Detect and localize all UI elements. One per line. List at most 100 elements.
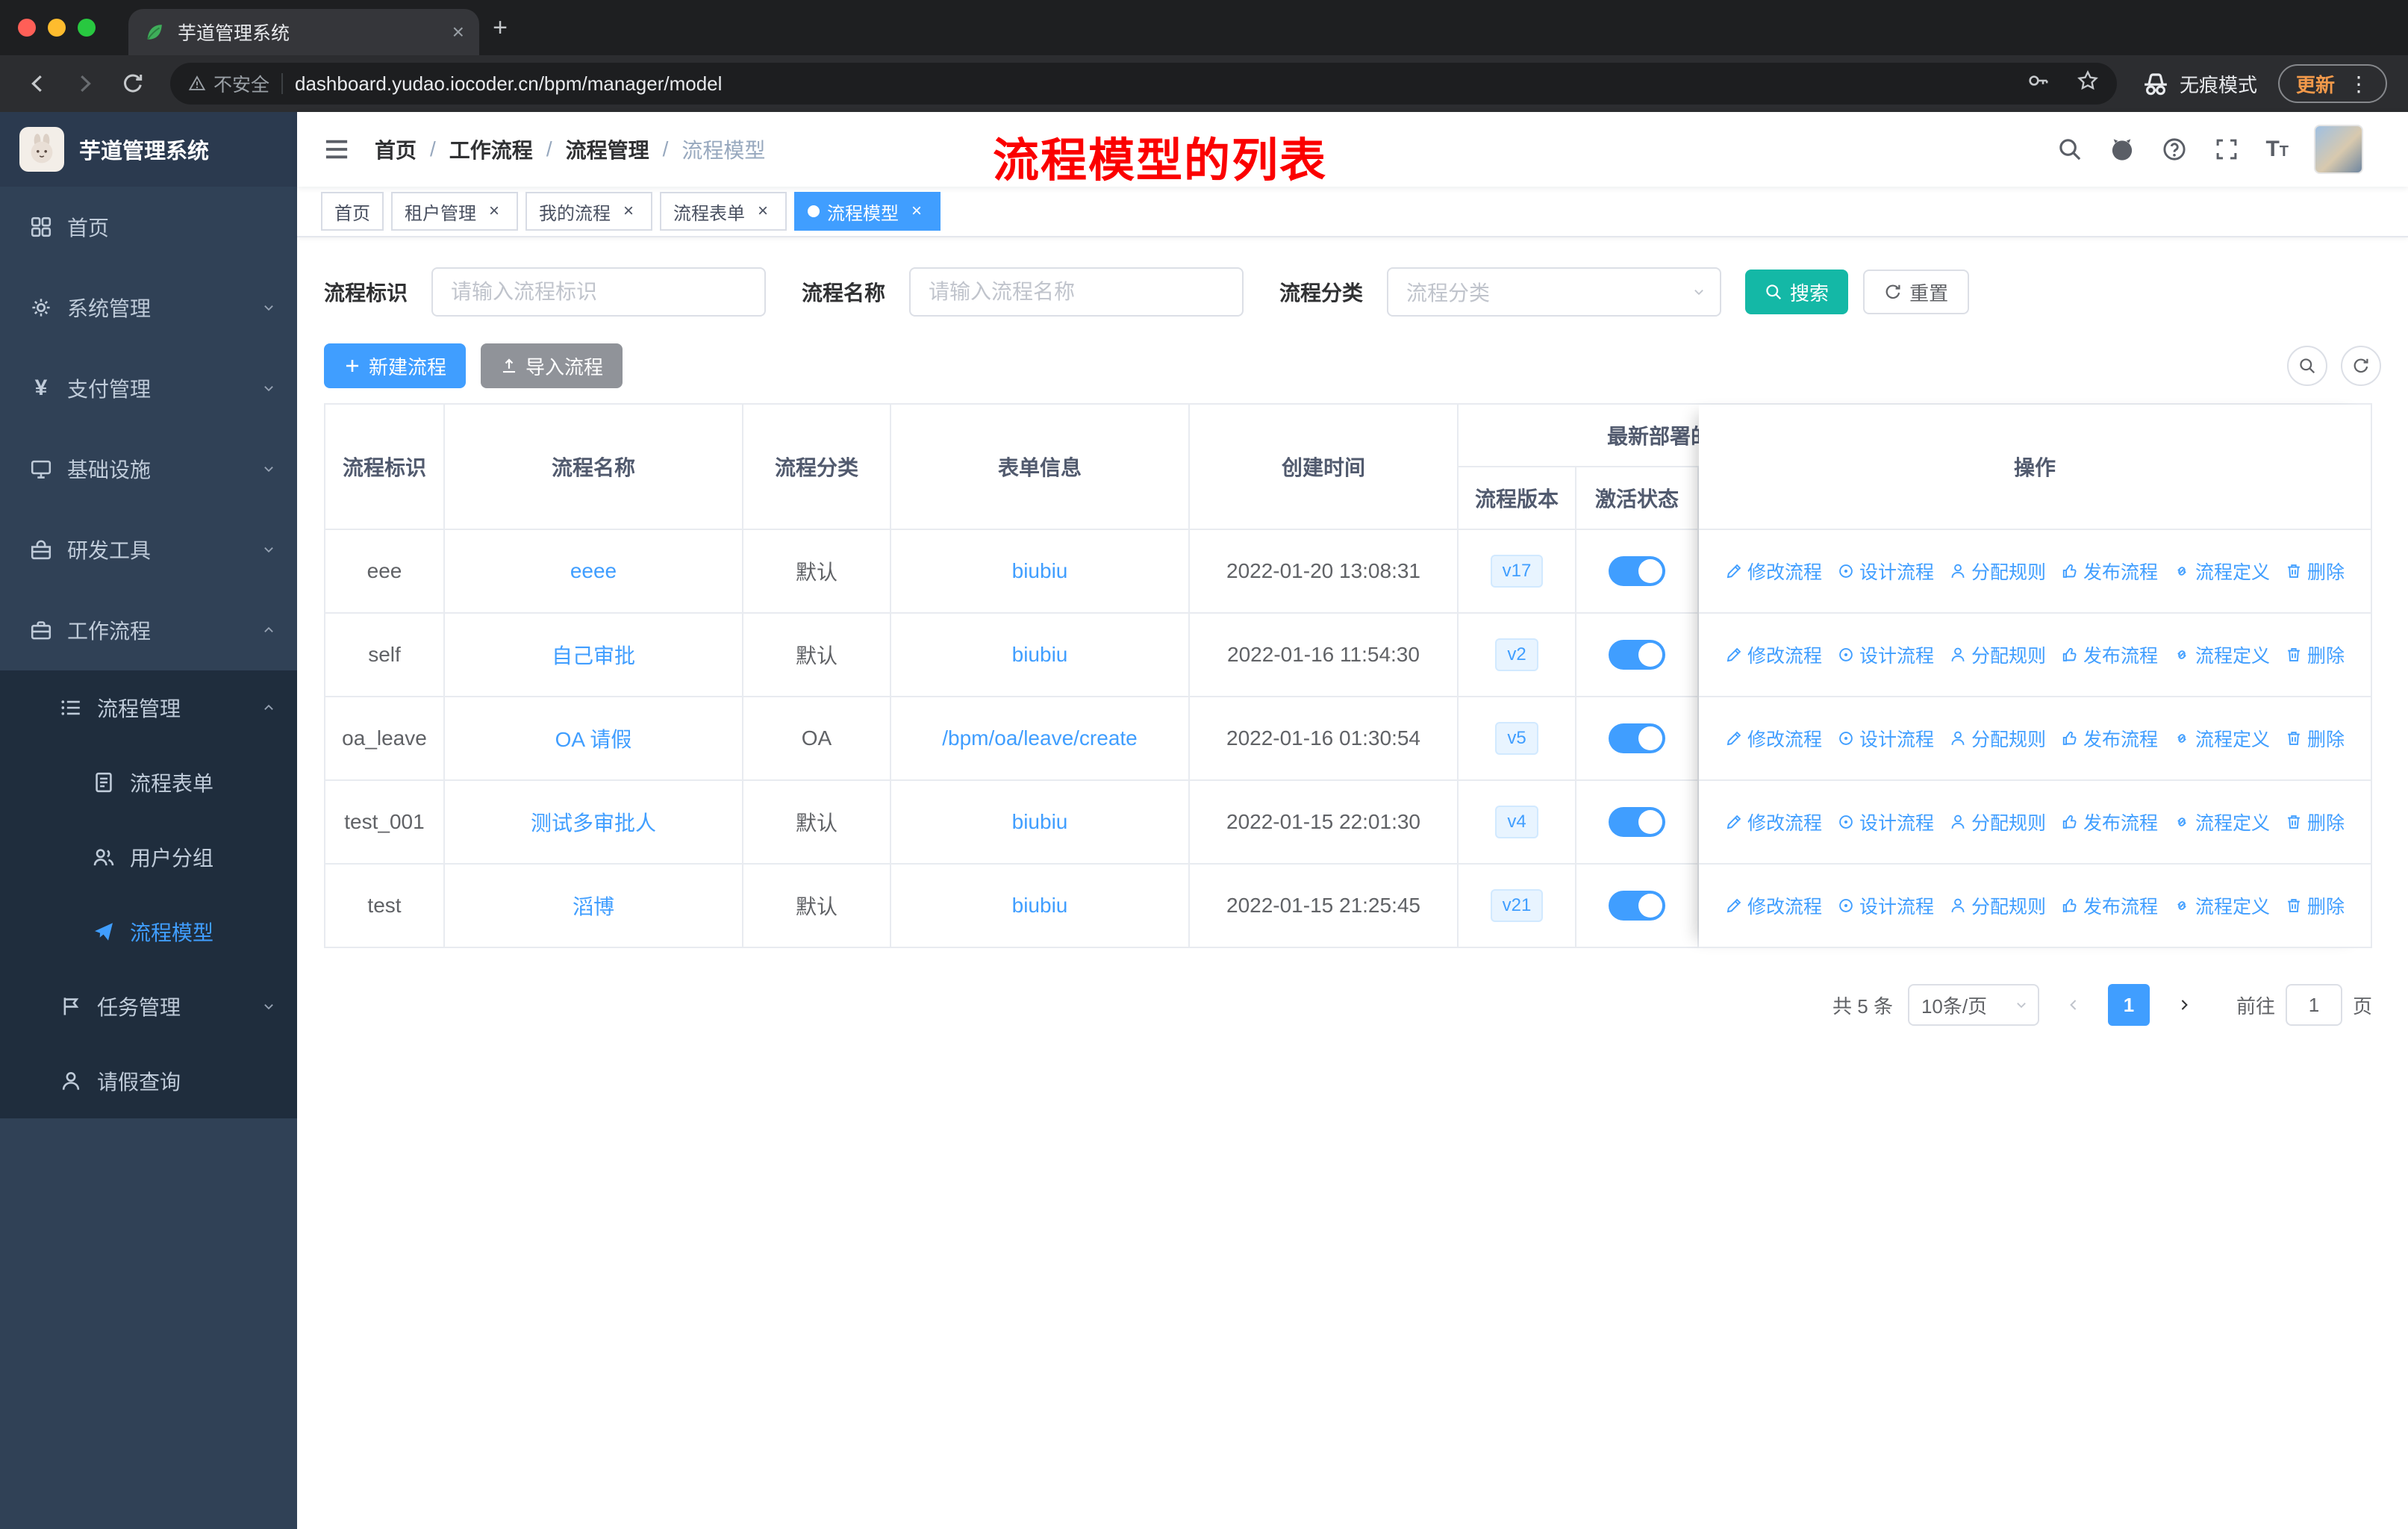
- user-avatar[interactable]: [2314, 125, 2363, 174]
- active-switch[interactable]: [1576, 697, 1699, 781]
- action-assign-link[interactable]: 分配规则: [1949, 558, 2046, 585]
- tag-close-icon[interactable]: ×: [618, 201, 639, 222]
- sidebar-item-home[interactable]: 首页: [0, 187, 297, 267]
- tab-close-icon[interactable]: ×: [452, 20, 464, 44]
- sidebar-item-system[interactable]: 系统管理: [0, 267, 297, 348]
- action-design-link[interactable]: 设计流程: [1837, 558, 1934, 585]
- tag-item[interactable]: 流程表单 ×: [660, 192, 787, 231]
- action-trash-link[interactable]: 删除: [2285, 892, 2345, 919]
- process-name-input[interactable]: [909, 267, 1244, 317]
- sidebar-item-workflow[interactable]: 工作流程: [0, 590, 297, 670]
- question-icon[interactable]: [2161, 136, 2188, 163]
- action-design-link[interactable]: 设计流程: [1837, 641, 1934, 668]
- sidebar-item-process-model[interactable]: 流程模型: [0, 894, 297, 969]
- action-edit-link[interactable]: 修改流程: [1725, 892, 1822, 919]
- address-bar[interactable]: 不安全 dashboard.yudao.iocoder.cn/bpm/manag…: [170, 63, 2117, 105]
- show-search-icon[interactable]: [2287, 346, 2327, 386]
- process-name-link[interactable]: OA 请假: [445, 697, 743, 781]
- active-switch[interactable]: [1576, 865, 1699, 948]
- breadcrumb-workflow[interactable]: 工作流程: [449, 134, 533, 164]
- sidebar-item-user-group[interactable]: 用户分组: [0, 820, 297, 894]
- chrome-menu-pill[interactable]: 更新 ⋮: [2277, 64, 2387, 103]
- process-name-link[interactable]: eeee: [445, 530, 743, 614]
- security-indicator[interactable]: 不安全: [188, 70, 269, 97]
- sidebar-item-infrastructure[interactable]: 基础设施: [0, 429, 297, 509]
- action-deflink-link[interactable]: 流程定义: [2173, 809, 2270, 835]
- browser-tab[interactable]: 芋道管理系统 ×: [128, 9, 479, 55]
- next-page-button[interactable]: [2165, 984, 2203, 1026]
- action-assign-link[interactable]: 分配规则: [1949, 641, 2046, 668]
- action-deflink-link[interactable]: 流程定义: [2173, 641, 2270, 668]
- forward-icon[interactable]: [63, 61, 107, 106]
- tag-close-icon[interactable]: ×: [484, 201, 505, 222]
- action-assign-link[interactable]: 分配规则: [1949, 892, 2046, 919]
- reset-button[interactable]: 重置: [1863, 270, 1970, 314]
- active-switch[interactable]: [1576, 614, 1699, 697]
- page-size-select[interactable]: 10条/页: [1907, 984, 2039, 1026]
- tag-active[interactable]: 流程模型 ×: [794, 192, 941, 231]
- process-key-input[interactable]: [431, 267, 767, 317]
- reload-icon[interactable]: [110, 61, 155, 106]
- sidebar-item-payment[interactable]: ¥ 支付管理: [0, 348, 297, 429]
- action-deflink-link[interactable]: 流程定义: [2173, 892, 2270, 919]
- prev-page-button[interactable]: [2054, 984, 2093, 1026]
- breadcrumb-process-management[interactable]: 流程管理: [566, 134, 649, 164]
- form-info-link[interactable]: biubiu: [891, 530, 1190, 614]
- action-assign-link[interactable]: 分配规则: [1949, 725, 2046, 752]
- page-number-button[interactable]: 1: [2107, 984, 2150, 1026]
- form-info-link[interactable]: biubiu: [891, 781, 1190, 865]
- tag-close-icon[interactable]: ×: [752, 201, 773, 222]
- sidebar-item-task-management[interactable]: 任务管理: [0, 969, 297, 1044]
- action-publish-link[interactable]: 发布流程: [2061, 809, 2158, 835]
- hamburger-icon[interactable]: [322, 135, 351, 164]
- tag-item[interactable]: 首页: [321, 192, 384, 231]
- sidebar-item-process-management[interactable]: 流程管理: [0, 670, 297, 745]
- form-info-link[interactable]: biubiu: [891, 614, 1190, 697]
- browser-menu-icon[interactable]: ⋮: [2348, 72, 2369, 96]
- fullscreen-icon[interactable]: [2213, 136, 2240, 163]
- action-design-link[interactable]: 设计流程: [1837, 809, 1934, 835]
- back-icon[interactable]: [15, 61, 60, 106]
- minimize-window-button[interactable]: [48, 19, 66, 37]
- action-design-link[interactable]: 设计流程: [1837, 725, 1934, 752]
- update-button[interactable]: 更新: [2296, 70, 2335, 98]
- sidebar-item-leave-query[interactable]: 请假查询: [0, 1044, 297, 1118]
- form-info-link[interactable]: /bpm/oa/leave/create: [891, 697, 1190, 781]
- goto-page-input[interactable]: [2285, 984, 2342, 1026]
- action-publish-link[interactable]: 发布流程: [2061, 725, 2158, 752]
- action-trash-link[interactable]: 删除: [2285, 641, 2345, 668]
- process-category-select[interactable]: 流程分类: [1387, 267, 1722, 317]
- action-publish-link[interactable]: 发布流程: [2061, 558, 2158, 585]
- action-publish-link[interactable]: 发布流程: [2061, 641, 2158, 668]
- sidebar-item-process-form[interactable]: 流程表单: [0, 745, 297, 820]
- maximize-window-button[interactable]: [78, 19, 96, 37]
- search-icon[interactable]: [2056, 136, 2083, 163]
- refresh-table-icon[interactable]: [2341, 346, 2381, 386]
- create-process-button[interactable]: 新建流程: [324, 343, 467, 388]
- action-assign-link[interactable]: 分配规则: [1949, 809, 2046, 835]
- action-trash-link[interactable]: 删除: [2285, 558, 2345, 585]
- tag-item[interactable]: 我的流程 ×: [525, 192, 652, 231]
- tag-close-icon[interactable]: ×: [906, 201, 927, 222]
- import-process-button[interactable]: 导入流程: [481, 343, 623, 388]
- process-name-link[interactable]: 自己审批: [445, 614, 743, 697]
- github-icon[interactable]: [2109, 136, 2136, 163]
- sidebar-item-devtools[interactable]: 研发工具: [0, 509, 297, 590]
- process-name-link[interactable]: 测试多审批人: [445, 781, 743, 865]
- font-size-icon[interactable]: TT: [2265, 138, 2289, 161]
- action-deflink-link[interactable]: 流程定义: [2173, 725, 2270, 752]
- action-edit-link[interactable]: 修改流程: [1725, 558, 1822, 585]
- search-button[interactable]: 搜索: [1745, 270, 1849, 314]
- action-publish-link[interactable]: 发布流程: [2061, 892, 2158, 919]
- new-tab-button[interactable]: +: [479, 7, 521, 49]
- action-edit-link[interactable]: 修改流程: [1725, 809, 1822, 835]
- action-trash-link[interactable]: 删除: [2285, 809, 2345, 835]
- close-window-button[interactable]: [18, 19, 36, 37]
- action-trash-link[interactable]: 删除: [2285, 725, 2345, 752]
- password-key-icon[interactable]: [2027, 69, 2050, 98]
- tag-item[interactable]: 租户管理 ×: [391, 192, 518, 231]
- process-name-link[interactable]: 滔博: [445, 865, 743, 948]
- action-edit-link[interactable]: 修改流程: [1725, 641, 1822, 668]
- active-switch[interactable]: [1576, 530, 1699, 614]
- active-switch[interactable]: [1576, 781, 1699, 865]
